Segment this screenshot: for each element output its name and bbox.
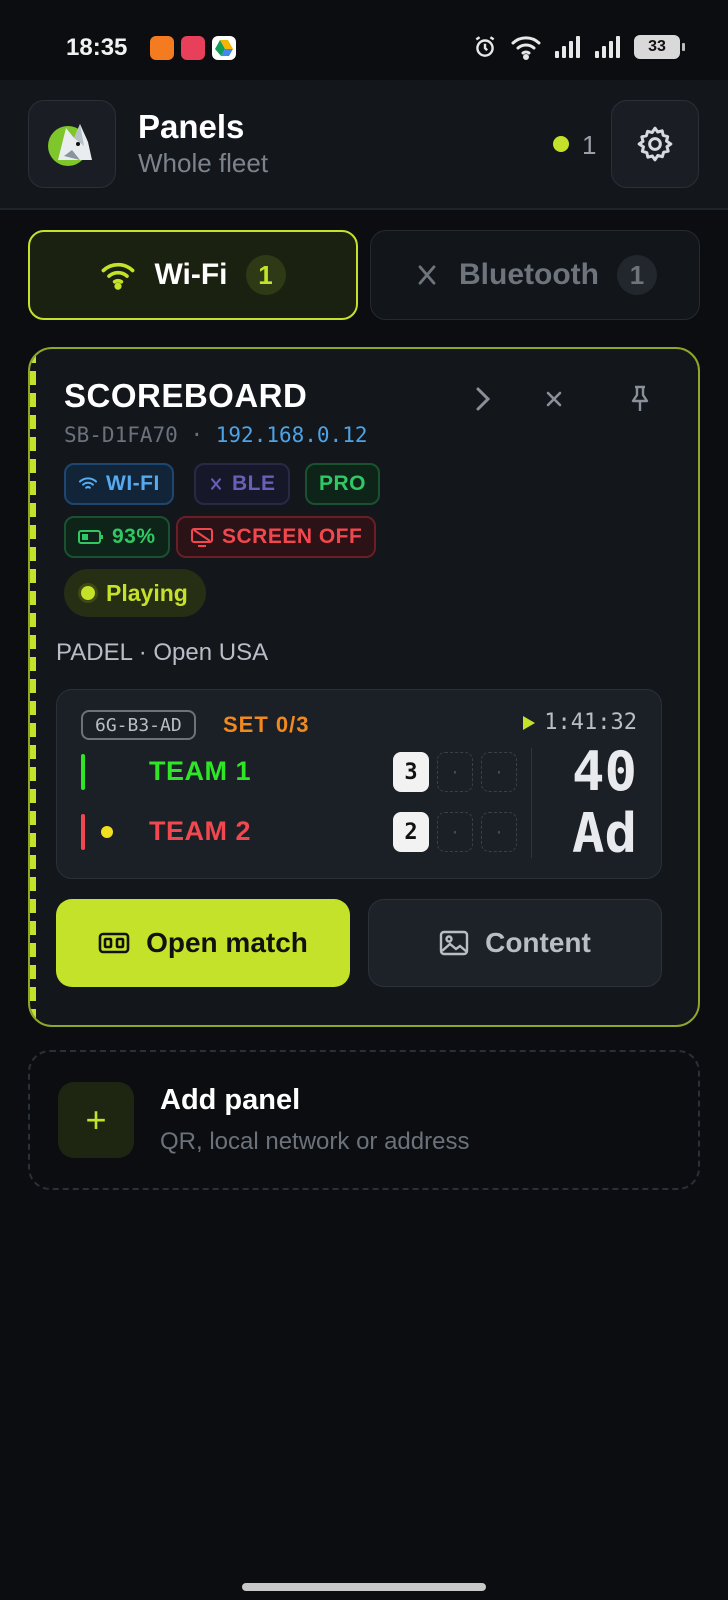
match-timer-value: 1:41:32 xyxy=(544,710,637,735)
team-name: TEAM 1 xyxy=(149,756,252,786)
device-id: SB-D1FA70 xyxy=(64,423,178,447)
set-score: · xyxy=(437,752,473,792)
ble-badge-label: BLE xyxy=(232,472,276,495)
id-separator: · xyxy=(190,423,204,447)
page-title: Panels xyxy=(138,108,245,145)
screen-status-badge: SCREEN OFF xyxy=(176,516,377,558)
court-code: 6G-B3-AD xyxy=(81,710,196,740)
team-2-points: Ad xyxy=(571,802,637,865)
wifi-icon xyxy=(102,262,135,290)
bluetooth-icon xyxy=(418,265,436,285)
team-name: TEAM 2 xyxy=(149,816,252,846)
status-indicators: 33 xyxy=(472,34,685,60)
sport-and-tournament: PADEL · Open USA xyxy=(56,639,269,666)
score-divider xyxy=(531,748,532,858)
alarm-icon xyxy=(475,36,495,57)
team-1-points: 40 xyxy=(571,740,637,803)
content-button[interactable]: Content xyxy=(368,899,662,987)
notification-icons xyxy=(150,36,236,60)
set-score: 2 xyxy=(393,812,429,852)
team-row: TEAM 2 2 · · xyxy=(81,812,521,852)
settings-button[interactable] xyxy=(611,100,699,188)
image-icon xyxy=(439,930,469,956)
screen-status-label: SCREEN OFF xyxy=(222,525,363,548)
cell-signal-icon xyxy=(595,36,620,58)
match-timer: 1:41:32 xyxy=(522,710,637,735)
add-panel-subtitle: QR, local network or address xyxy=(160,1128,470,1155)
scoreboard-icon xyxy=(98,932,130,954)
set-score: 3 xyxy=(393,752,429,792)
serve-indicator xyxy=(101,826,113,838)
wifi-badge-label: WI-FI xyxy=(106,472,160,495)
status-bar: 18:35 33 xyxy=(0,0,728,80)
device-ip: 192.168.0.12 xyxy=(215,423,368,447)
chevron-right-icon xyxy=(476,387,491,411)
status-time: 18:35 xyxy=(66,34,128,61)
tab-wifi-count: 1 xyxy=(245,255,286,295)
team-color-bar xyxy=(81,754,85,790)
drive-app-icon xyxy=(212,36,236,60)
panel-title: SCOREBOARD xyxy=(64,377,308,414)
pro-badge: PRO xyxy=(305,463,381,505)
wolf-logo-icon xyxy=(48,124,92,166)
add-panel-button[interactable]: + Add panel QR, local network or address xyxy=(28,1050,700,1190)
tab-wifi-label: Wi-Fi xyxy=(154,258,228,291)
app-header: Panels Whole fleet 1 xyxy=(0,80,728,210)
gear-icon xyxy=(637,126,673,162)
cell-signal-icon xyxy=(555,36,580,58)
tab-bluetooth-label: Bluetooth xyxy=(459,258,599,291)
shopping-app-icon xyxy=(181,36,205,60)
panel-identity: SB-D1FA70 · 192.168.0.12 xyxy=(64,423,367,447)
playing-label: Playing xyxy=(106,579,188,606)
temu-app-icon xyxy=(150,36,174,60)
playing-dot-icon xyxy=(78,583,98,603)
set-score: · xyxy=(481,812,517,852)
pro-badge-label: PRO xyxy=(319,472,367,495)
online-status-dot xyxy=(553,136,569,152)
ble-badge: BLE xyxy=(194,463,290,505)
online-count: 1 xyxy=(582,130,597,160)
battery-icon xyxy=(78,530,103,544)
set-score: · xyxy=(481,752,517,792)
content-label: Content xyxy=(485,927,591,958)
screen-off-icon xyxy=(191,528,213,547)
battery-badge: 93% xyxy=(64,516,170,558)
page-subtitle: Whole fleet xyxy=(138,148,269,178)
tab-wifi[interactable]: Wi-Fi 1 xyxy=(28,230,358,320)
pin-button[interactable] xyxy=(620,379,660,419)
open-match-button[interactable]: Open match xyxy=(56,899,350,987)
set-progress: SET 0/3 xyxy=(223,712,310,737)
plus-icon: + xyxy=(58,1082,134,1158)
tab-bluetooth-count: 1 xyxy=(616,255,657,295)
battery-badge-label: 93% xyxy=(112,525,156,548)
active-stripe xyxy=(30,349,36,1025)
set-score: · xyxy=(437,812,473,852)
disconnect-button[interactable] xyxy=(534,379,574,419)
battery-indicator: 33 xyxy=(634,35,685,59)
wifi-icon xyxy=(78,477,98,489)
add-panel-title: Add panel xyxy=(160,1084,301,1116)
wifi-signal-icon xyxy=(511,36,541,60)
tab-bluetooth[interactable]: Bluetooth 1 xyxy=(370,230,700,320)
team-color-bar xyxy=(81,814,85,850)
open-panel-button[interactable] xyxy=(462,379,502,419)
pin-icon xyxy=(631,385,649,411)
open-match-label: Open match xyxy=(146,927,308,958)
play-icon xyxy=(523,715,536,730)
home-indicator[interactable] xyxy=(242,1583,486,1591)
live-score-box: 6G-B3-AD SET 0/3 1:41:32 TEAM 1 3 · · TE… xyxy=(56,689,662,879)
bluetooth-icon xyxy=(211,478,221,490)
app-logo xyxy=(28,100,116,188)
playing-status-chip: Playing xyxy=(64,569,206,617)
wifi-badge: WI-FI xyxy=(64,463,174,505)
team-row: TEAM 1 3 · · xyxy=(81,752,521,792)
close-icon xyxy=(546,391,562,407)
panel-card[interactable]: SCOREBOARD SB-D1FA70 · 192.168.0.12 WI-F… xyxy=(28,347,700,1027)
